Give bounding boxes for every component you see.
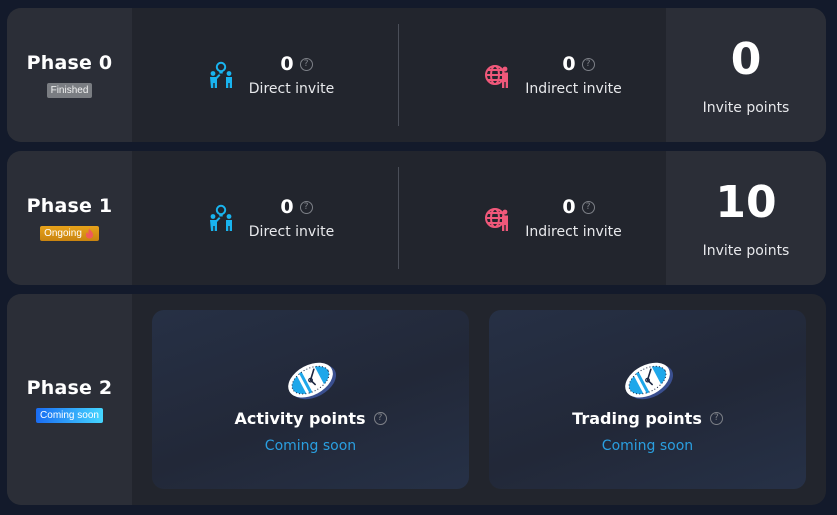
help-icon[interactable]: ?: [581, 200, 595, 214]
indirect-invite-label: Indirect invite: [525, 224, 622, 240]
help-icon[interactable]: ?: [373, 412, 387, 425]
help-icon[interactable]: ?: [299, 57, 313, 71]
status-badge-finished: Finished: [46, 83, 93, 98]
activity-points-card: Activity points ? Coming soon: [152, 310, 469, 489]
invite-stats: 0 ? Direct invite 0 ? Indirect invite: [132, 151, 666, 285]
phase-0-header: Phase 0 Finished: [7, 8, 132, 142]
phase-0-row: Phase 0 Finished 0 ? Direct invite 0 ? I…: [7, 8, 826, 142]
direct-invite-count: 0: [280, 196, 294, 218]
invite-points-label: Invite points: [702, 243, 790, 259]
help-icon[interactable]: ?: [709, 412, 723, 425]
globe-person-icon: [485, 208, 509, 231]
card-status: Coming soon: [601, 438, 694, 454]
indirect-invite-stat: 0 ? Indirect invite: [399, 196, 666, 240]
direct-invite-stat: 0 ? Direct invite: [132, 196, 399, 240]
invite-points-label: Invite points: [702, 100, 790, 116]
phase-title: Phase 2: [26, 376, 113, 399]
invite-points-box: 0 Invite points: [666, 8, 826, 142]
indirect-invite-count: 0: [562, 53, 576, 75]
divider: [398, 167, 399, 269]
direct-invite-label: Direct invite: [248, 81, 335, 97]
coming-soon-cards: Activity points ? Coming soon Trading po…: [132, 294, 826, 505]
direct-invite-label: Direct invite: [248, 224, 335, 240]
help-icon[interactable]: ?: [581, 57, 595, 71]
phase-1-row: Phase 1 Ongoing 0 ? Direct invite 0 ? In…: [7, 151, 826, 285]
badge-label: Coming soon: [40, 409, 99, 421]
trading-points-card: Trading points ? Coming soon: [489, 310, 806, 489]
direct-invite-stat: 0 ? Direct invite: [132, 53, 399, 97]
badge-label: Finished: [50, 85, 89, 96]
status-badge-ongoing: Ongoing: [40, 226, 99, 241]
clock-icon: [624, 362, 673, 400]
flame-icon: [85, 228, 94, 239]
indirect-invite-count: 0: [562, 196, 576, 218]
invite-stats: 0 ? Direct invite 0 ? Indirect invite: [132, 8, 666, 142]
indirect-invite-stat: 0 ? Indirect invite: [399, 53, 666, 97]
phase-2-row: Phase 2 Coming soon Activity points ? Co…: [7, 294, 826, 505]
status-badge-coming-soon: Coming soon: [36, 407, 103, 423]
badge-label: Ongoing: [44, 228, 82, 239]
card-title: Trading points: [572, 409, 702, 428]
phase-2-header: Phase 2 Coming soon: [7, 294, 132, 505]
phase-title: Phase 1: [26, 195, 113, 217]
indirect-invite-label: Indirect invite: [525, 81, 622, 97]
card-title: Activity points: [234, 409, 366, 428]
invite-points-box: 10 Invite points: [666, 151, 826, 285]
globe-person-icon: [485, 65, 509, 88]
phase-1-header: Phase 1 Ongoing: [7, 151, 132, 285]
divider: [398, 24, 399, 126]
card-status: Coming soon: [264, 438, 357, 454]
direct-invite-count: 0: [280, 53, 294, 75]
phase-title: Phase 0: [26, 52, 113, 74]
clock-icon: [287, 362, 336, 400]
people-lightbulb-icon: [209, 204, 232, 231]
people-lightbulb-icon: [209, 61, 232, 88]
invite-points-value: 10: [715, 177, 777, 228]
help-icon[interactable]: ?: [299, 200, 313, 214]
invite-points-value: 0: [730, 34, 762, 85]
